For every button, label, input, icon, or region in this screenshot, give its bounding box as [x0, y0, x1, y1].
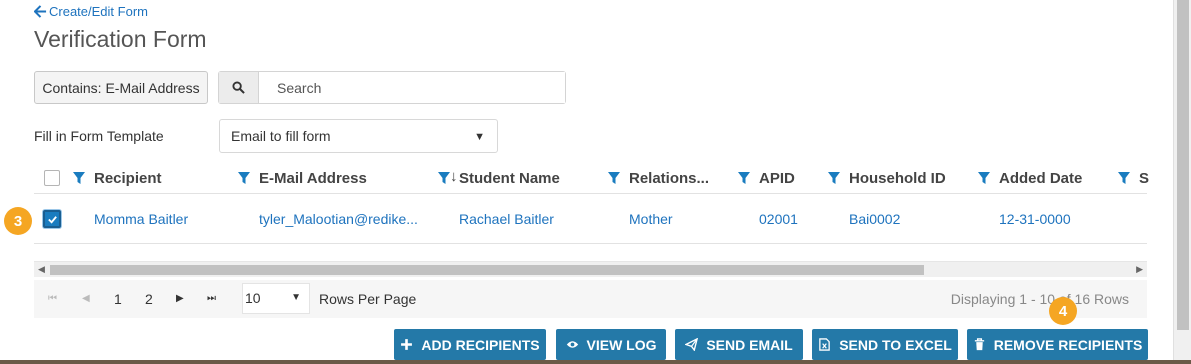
- column-header-apid[interactable]: APID: [737, 162, 795, 194]
- filter-icon[interactable]: [607, 171, 621, 185]
- cell-recipient[interactable]: Momma Baitler: [94, 194, 188, 244]
- step-badge: 4: [1049, 297, 1077, 325]
- column-header-label: Added Date: [999, 169, 1083, 187]
- rows-per-page-value: 10: [245, 290, 261, 306]
- page-number[interactable]: 1: [114, 291, 122, 307]
- caret-down-icon: ▼: [474, 131, 485, 143]
- button-label: VIEW LOG: [586, 336, 657, 353]
- send-to-excel-button[interactable]: SEND TO EXCEL: [812, 329, 958, 360]
- search-box: [218, 71, 566, 104]
- column-header-label: S: [1139, 169, 1150, 187]
- cell-added-date[interactable]: 12-31-0000: [999, 194, 1071, 244]
- template-selected-value: Email to fill form: [231, 128, 331, 144]
- checkmark-icon: [47, 215, 57, 224]
- column-header-label: Household ID: [849, 169, 946, 187]
- step-badge: 3: [4, 207, 32, 235]
- cell-relationship[interactable]: Mother: [629, 194, 673, 244]
- column-header-label: Relations...: [629, 169, 710, 187]
- filter-icon[interactable]: [737, 171, 751, 185]
- column-header-label: E-Mail Address: [259, 169, 367, 187]
- row-select-cell: [43, 194, 61, 244]
- select-all-cell: [44, 162, 60, 194]
- template-select[interactable]: Email to fill form ▼: [219, 119, 498, 153]
- rows-per-page-select[interactable]: 10 ▼: [242, 283, 310, 314]
- cell-student[interactable]: Rachael Baitler: [459, 194, 554, 244]
- column-header-status[interactable]: S: [1117, 162, 1149, 194]
- contains-filter-button[interactable]: Contains: E-Mail Address: [34, 71, 208, 104]
- rows-per-page-label: Rows Per Page: [319, 291, 417, 307]
- arrow-left-icon: [34, 5, 47, 18]
- filter-icon[interactable]: [827, 171, 841, 185]
- scrollbar-thumb[interactable]: [50, 265, 924, 275]
- column-header-added-date[interactable]: Added Date: [977, 162, 1082, 194]
- button-label: SEND EMAIL: [706, 336, 793, 353]
- row-checkbox[interactable]: [43, 210, 61, 228]
- select-all-checkbox[interactable]: [44, 170, 60, 186]
- caret-down-icon: ▼: [291, 292, 301, 303]
- background-strip: [0, 360, 1191, 364]
- filter-icon[interactable]: [1117, 171, 1131, 185]
- cell-household[interactable]: Bai0002: [849, 194, 900, 244]
- add-recipients-button[interactable]: ADD RECIPIENTS: [394, 329, 546, 360]
- cell-email[interactable]: tyler_Malootian@redike...: [259, 194, 418, 244]
- view-log-button[interactable]: VIEW LOG: [556, 329, 666, 360]
- filter-icon[interactable]: [437, 171, 451, 185]
- column-header-household[interactable]: Household ID: [827, 162, 946, 194]
- horizontal-scrollbar[interactable]: ◀ ▶: [34, 261, 1147, 277]
- button-label: SEND TO EXCEL: [839, 336, 952, 353]
- send-email-button[interactable]: SEND EMAIL: [675, 329, 803, 360]
- trash-icon: [974, 338, 984, 351]
- paper-plane-icon: [685, 338, 699, 351]
- back-link[interactable]: Create/Edit Form: [34, 4, 148, 19]
- scroll-right-icon[interactable]: ▶: [1136, 264, 1143, 275]
- previous-page-icon[interactable]: ◀: [82, 293, 90, 304]
- remove-recipients-button[interactable]: REMOVE RECIPIENTS: [967, 329, 1148, 360]
- scrollbar-thumb[interactable]: [1177, 0, 1189, 330]
- display-count: Displaying 1 - 10 of 16 Rows: [950, 291, 1129, 307]
- cell-apid[interactable]: 02001: [759, 194, 798, 244]
- search-input[interactable]: [259, 72, 565, 103]
- search-icon: [232, 81, 245, 94]
- filter-icon[interactable]: [977, 171, 991, 185]
- column-header-label: APID: [759, 169, 795, 187]
- column-header-label: Recipient: [94, 169, 162, 187]
- column-header-student[interactable]: Student Name: [437, 162, 560, 194]
- column-header-label: Student Name: [459, 169, 560, 187]
- next-page-icon[interactable]: ▶: [176, 293, 184, 304]
- column-header-relationship[interactable]: Relations...: [607, 162, 709, 194]
- eye-icon: [566, 341, 578, 348]
- scroll-left-icon[interactable]: ◀: [38, 264, 45, 275]
- first-page-icon[interactable]: ⏮: [48, 293, 57, 304]
- plus-icon: [401, 339, 413, 350]
- excel-file-icon: [819, 338, 831, 351]
- page-title: Verification Form: [34, 26, 207, 52]
- search-button[interactable]: [219, 72, 259, 103]
- filter-icon[interactable]: [72, 171, 86, 185]
- button-label: ADD RECIPIENTS: [421, 336, 540, 353]
- column-header-recipient[interactable]: Recipient: [72, 162, 162, 194]
- pager: ⏮ ◀ 1 2 ▶ ⏭ 10 ▼ Rows Per Page Displayin…: [34, 280, 1147, 318]
- last-page-icon[interactable]: ⏭: [207, 293, 216, 304]
- filter-icon[interactable]: [237, 171, 251, 185]
- button-label: REMOVE RECIPIENTS: [993, 336, 1143, 353]
- grid-header: Recipient E-Mail Address ↓ Student Name …: [34, 162, 1149, 194]
- page: Create/Edit Form Verification Form Conta…: [0, 0, 1191, 364]
- template-label: Fill in Form Template: [34, 128, 164, 144]
- back-link-label: Create/Edit Form: [49, 4, 148, 19]
- column-header-email[interactable]: E-Mail Address: [237, 162, 367, 194]
- page-number[interactable]: 2: [145, 291, 153, 307]
- vertical-scrollbar[interactable]: [1173, 0, 1191, 364]
- table-row[interactable]: Momma Baitler tyler_Malootian@redike... …: [34, 194, 1147, 244]
